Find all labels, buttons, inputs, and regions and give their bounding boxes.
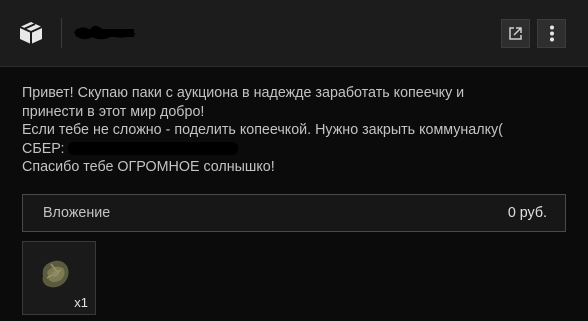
message-line: СБЕР: (22, 140, 65, 157)
attached-item-slot[interactable]: x1 (22, 241, 96, 315)
open-external-button[interactable] (501, 19, 530, 48)
external-link-icon (509, 27, 522, 40)
message-line: Привет! Скупаю паки с аукциона в надежде… (22, 85, 465, 101)
sender-name-redacted (74, 25, 136, 40)
header-divider (61, 18, 62, 48)
message-header (0, 0, 588, 67)
more-options-button[interactable] (537, 19, 566, 48)
redacted-account (68, 142, 239, 156)
attachment-label: Вложение (43, 205, 111, 221)
attachment-row: Вложение 0 руб. (22, 194, 566, 232)
attachment-amount: 0 руб. (507, 205, 547, 221)
message-line: Если тебе не сложно - поделить копеечкой… (22, 122, 503, 138)
supply-pack-icon (42, 260, 69, 288)
message-line: принести в этот мир добро! (22, 103, 205, 120)
item-quantity: x1 (74, 295, 88, 310)
box-logo-icon (19, 22, 43, 44)
message-line-with-redaction: СБЕР: (22, 140, 572, 159)
message-line: Спасибо тебе ОГРОМНОЕ солнышко! (22, 159, 275, 175)
message-body: Привет! Скупаю паки с аукциона в надежде… (22, 84, 572, 177)
kebab-menu-icon (549, 25, 554, 42)
